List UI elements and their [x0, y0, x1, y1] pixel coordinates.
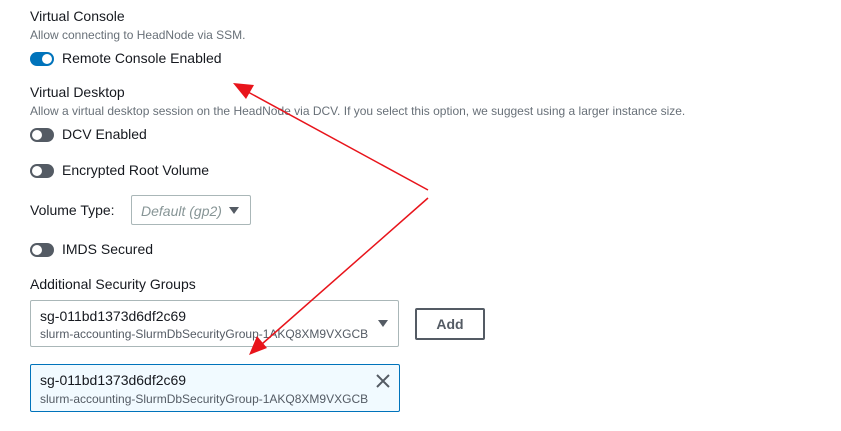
annotation-arrow-to-token [249, 197, 429, 355]
annotation-arrow-to-console-toggle [233, 83, 429, 191]
annotation-arrows [233, 83, 429, 355]
